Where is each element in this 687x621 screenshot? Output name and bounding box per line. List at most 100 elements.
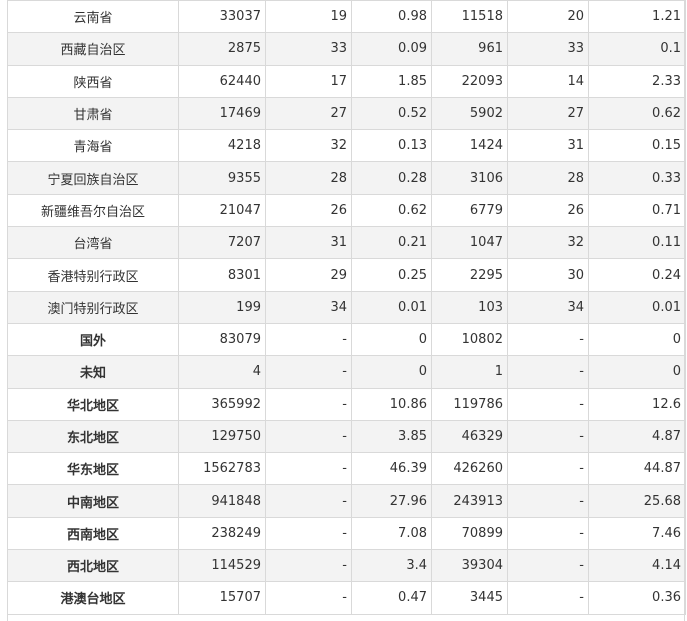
percent-1-cell: 0.21 xyxy=(351,226,432,260)
rank-1-cell: - xyxy=(265,516,352,551)
percent-1-cell: 0.52 xyxy=(351,96,432,131)
percent-2-cell: 0.36 xyxy=(588,581,686,615)
count-2-cell: 5902 xyxy=(431,96,508,131)
region-name-cell: 香港特别行政区 xyxy=(7,258,179,292)
rank-2-cell: - xyxy=(507,322,589,357)
data-table: 云南省 33037 19 0.98 11518 20 1.21 西藏自治区 2875 33 0.09… xyxy=(7,0,686,615)
percent-1-cell: 0.98 xyxy=(351,0,432,34)
count-1-cell: 365992 xyxy=(178,387,266,421)
region-name-cell: 国外 xyxy=(7,322,179,357)
rank-1-cell: - xyxy=(265,549,352,583)
region-name-cell: 港澳台地区 xyxy=(7,581,179,615)
count-1-cell: 238249 xyxy=(178,516,266,551)
table-row: 港澳台地区 15707-0.47 3445-0.36 xyxy=(7,581,686,615)
rank-1-cell: 28 xyxy=(265,161,352,195)
percent-1-cell: 46.39 xyxy=(351,452,432,486)
rank-1-cell: - xyxy=(265,387,352,421)
region-name-cell: 新疆维吾尔自治区 xyxy=(7,193,179,228)
count-1-cell: 941848 xyxy=(178,484,266,518)
percent-2-cell: 4.87 xyxy=(588,419,686,454)
rank-1-cell: 31 xyxy=(265,226,352,260)
count-1-cell: 8301 xyxy=(178,258,266,292)
region-name-cell: 青海省 xyxy=(7,129,179,163)
table-row: 宁夏回族自治区 9355 28 0.28 3106 28 0.33 xyxy=(7,161,686,195)
count-1-cell: 21047 xyxy=(178,193,266,228)
percent-2-cell: 4.14 xyxy=(588,549,686,583)
count-1-cell: 129750 xyxy=(178,419,266,454)
count-2-cell: 1047 xyxy=(431,226,508,260)
region-name-cell: 西北地区 xyxy=(7,549,179,583)
region-name-cell: 云南省 xyxy=(7,0,179,34)
percent-2-cell: 2.33 xyxy=(588,64,686,98)
rank-2-cell: 33 xyxy=(507,32,589,66)
region-name-cell: 陕西省 xyxy=(7,64,179,98)
percent-2-cell: 0.01 xyxy=(588,290,686,324)
table-row: 新疆维吾尔自治区 21047 26 0.62 6779 26 0.71 xyxy=(7,193,686,228)
table-row: 香港特别行政区 8301 29 0.25 2295 30 0.24 xyxy=(7,258,686,292)
percent-2-cell: 0.24 xyxy=(588,258,686,292)
count-2-cell: 426260 xyxy=(431,452,508,486)
table-body: 云南省 33037 19 0.98 11518 20 1.21 西藏自治区 2875 33 0.09… xyxy=(7,0,686,615)
table-row: 华东地区 1562783-46.39 426260-44.87 xyxy=(7,452,686,486)
region-name-cell: 甘肃省 xyxy=(7,96,179,131)
percent-1-cell: 0.25 xyxy=(351,258,432,292)
region-name-cell: 宁夏回族自治区 xyxy=(7,161,179,195)
table-row: 青海省 4218 32 0.13 1424 31 0.15 xyxy=(7,129,686,163)
rank-1-cell: 17 xyxy=(265,64,352,98)
percent-1-cell: 0.13 xyxy=(351,129,432,163)
rank-1-cell: - xyxy=(265,581,352,615)
count-2-cell: 10802 xyxy=(431,322,508,357)
percent-2-cell: 12.6 xyxy=(588,387,686,421)
percent-1-cell: 0.62 xyxy=(351,193,432,228)
table-row: 西南地区 238249-7.08 70899-7.46 xyxy=(7,516,686,551)
percent-1-cell: 3.85 xyxy=(351,419,432,454)
rank-2-cell: - xyxy=(507,355,589,389)
count-1-cell: 83079 xyxy=(178,322,266,357)
rank-2-cell: 28 xyxy=(507,161,589,195)
count-1-cell: 17469 xyxy=(178,96,266,131)
percent-2-cell: 0.33 xyxy=(588,161,686,195)
region-name-cell: 西藏自治区 xyxy=(7,32,179,66)
rank-1-cell: 26 xyxy=(265,193,352,228)
table-row: 云南省 33037 19 0.98 11518 20 1.21 xyxy=(7,0,686,34)
table-row: 台湾省 7207 31 0.21 1047 32 0.11 xyxy=(7,226,686,260)
percent-1-cell: 0.47 xyxy=(351,581,432,615)
region-name-cell: 华东地区 xyxy=(7,452,179,486)
percent-2-cell: 1.21 xyxy=(588,0,686,34)
table-row: 陕西省 62440 17 1.85 22093 14 2.33 xyxy=(7,64,686,98)
rank-2-cell: 27 xyxy=(507,96,589,131)
count-2-cell: 70899 xyxy=(431,516,508,551)
rank-2-cell: - xyxy=(507,387,589,421)
percent-2-cell: 44.87 xyxy=(588,452,686,486)
table-row: 甘肃省 17469 27 0.52 5902 27 0.62 xyxy=(7,96,686,131)
rank-1-cell: 34 xyxy=(265,290,352,324)
region-name-cell: 中南地区 xyxy=(7,484,179,518)
rank-2-cell: - xyxy=(507,581,589,615)
percent-2-cell: 25.68 xyxy=(588,484,686,518)
rank-1-cell: 27 xyxy=(265,96,352,131)
table-left-border xyxy=(7,0,8,621)
rank-1-cell: 19 xyxy=(265,0,352,34)
rank-2-cell: - xyxy=(507,419,589,454)
count-1-cell: 199 xyxy=(178,290,266,324)
table-right-border xyxy=(684,0,685,621)
percent-1-cell: 7.08 xyxy=(351,516,432,551)
rank-1-cell: - xyxy=(265,484,352,518)
rank-2-cell: 34 xyxy=(507,290,589,324)
table-row: 华北地区 365992-10.86 119786-12.6 xyxy=(7,387,686,421)
count-1-cell: 114529 xyxy=(178,549,266,583)
percent-2-cell: 0 xyxy=(588,355,686,389)
rank-2-cell: 30 xyxy=(507,258,589,292)
count-2-cell: 119786 xyxy=(431,387,508,421)
rank-2-cell: 14 xyxy=(507,64,589,98)
count-1-cell: 4218 xyxy=(178,129,266,163)
count-1-cell: 33037 xyxy=(178,0,266,34)
rank-1-cell: 32 xyxy=(265,129,352,163)
table-row: 国外 83079-0 10802-0 xyxy=(7,322,686,357)
percent-2-cell: 0.11 xyxy=(588,226,686,260)
count-2-cell: 961 xyxy=(431,32,508,66)
table-row: 未知 4-0 1-0 xyxy=(7,355,686,389)
count-1-cell: 15707 xyxy=(178,581,266,615)
region-name-cell: 西南地区 xyxy=(7,516,179,551)
count-2-cell: 46329 xyxy=(431,419,508,454)
